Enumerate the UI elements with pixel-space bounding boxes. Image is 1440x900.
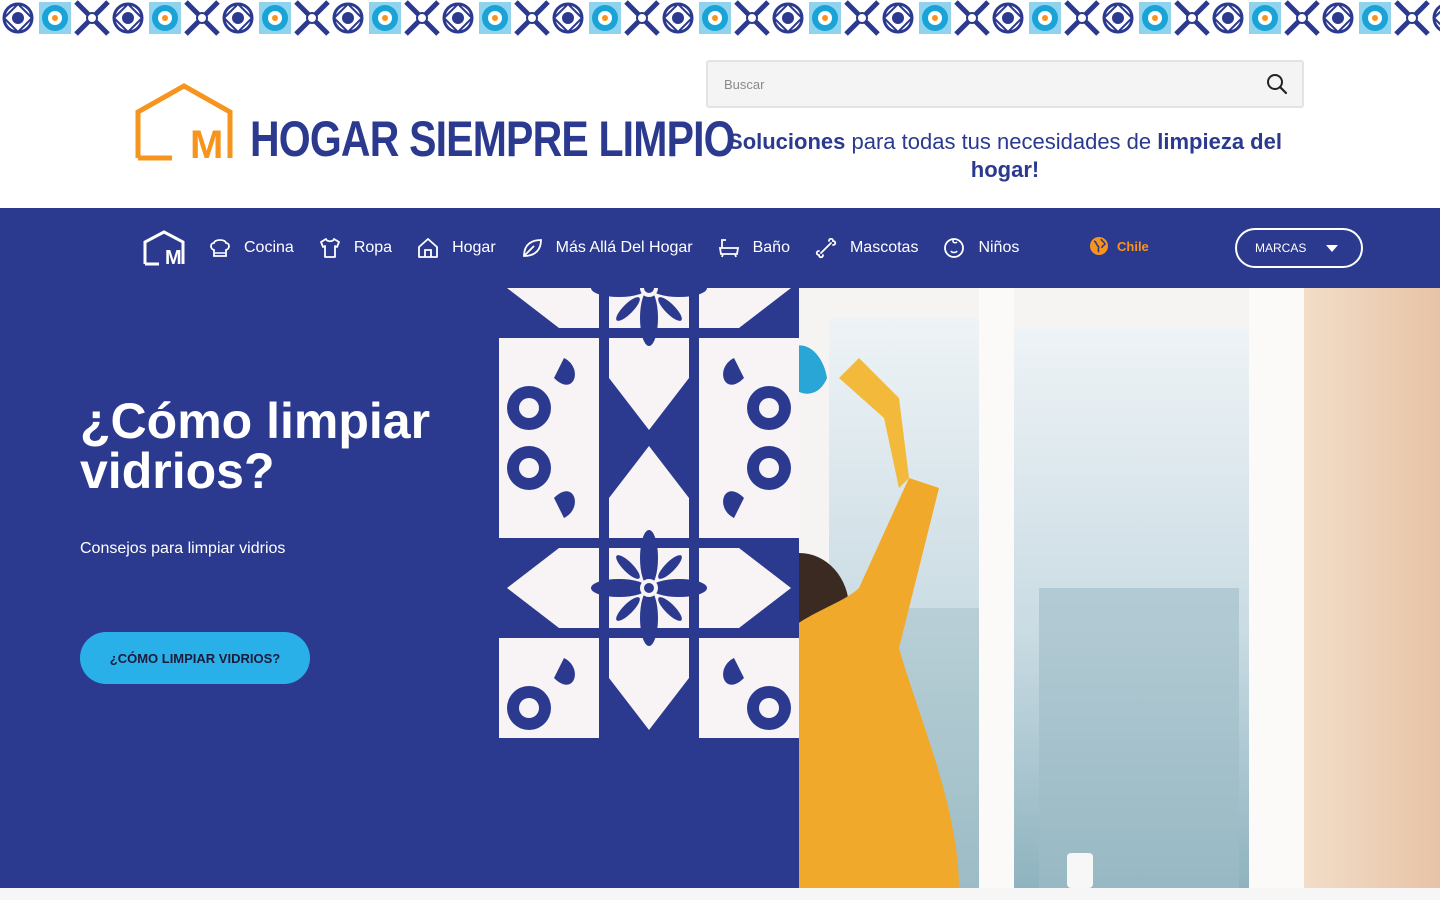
bathtub-icon xyxy=(718,239,739,258)
nav-item-cocina[interactable]: Cocina xyxy=(208,236,294,260)
hero-subtitle: Consejos para limpiar vidrios xyxy=(80,540,286,557)
globe-icon xyxy=(1090,237,1108,255)
nav-item-label: Baño xyxy=(752,239,790,256)
baby-face-icon xyxy=(944,238,965,258)
page-bottom-edge xyxy=(0,888,1440,900)
home-icon[interactable]: M xyxy=(143,230,185,266)
nav-item-ninos[interactable]: Niños xyxy=(942,236,1019,260)
nav-item-label: Hogar xyxy=(452,239,496,256)
chef-hat-icon xyxy=(210,239,230,257)
leaf-icon xyxy=(522,239,542,257)
brands-dropdown[interactable]: MARCAS xyxy=(1235,228,1363,268)
nav-item-hogar[interactable]: Hogar xyxy=(416,236,496,260)
house-icon xyxy=(418,238,438,258)
country-label: Chile xyxy=(1117,238,1149,254)
nav-item-label: Niños xyxy=(978,239,1020,256)
bone-icon xyxy=(815,237,837,259)
search-input[interactable] xyxy=(708,62,1252,106)
nav-item-label: Cocina xyxy=(244,239,294,256)
brands-label: MARCAS xyxy=(1255,241,1307,255)
site-tagline: Soluciones para todas tus necesidades de… xyxy=(728,129,1282,182)
site-header: M HOGAR SIEMPRE LIMPIO Soluciones para t… xyxy=(0,36,1440,208)
logo-text: HOGAR SIEMPRE LIMPIO xyxy=(250,111,736,167)
decorative-tile-border xyxy=(0,0,1440,36)
search-button[interactable] xyxy=(1252,62,1302,106)
caret-down-icon xyxy=(1326,245,1338,252)
search-icon xyxy=(1267,74,1288,95)
nav-item-label: Mascotas xyxy=(849,239,919,256)
nav-item-mascotas[interactable]: Mascotas xyxy=(814,236,918,260)
hero-photo-woman-cleaning-window xyxy=(799,288,1440,888)
nav-item-mas-alla-del-hogar[interactable]: Más Allá Del Hogar xyxy=(520,236,693,260)
svg-text:M: M xyxy=(190,123,223,162)
svg-text:M: M xyxy=(165,247,182,266)
hero-cta-button[interactable]: ¿CÓMO LIMPIAR VIDRIOS? xyxy=(80,632,310,684)
nav-item-label: Más Allá Del Hogar xyxy=(555,239,693,256)
nav-item-bano[interactable]: Baño xyxy=(717,236,790,260)
decorative-tile-pattern xyxy=(499,288,799,738)
country-selector[interactable]: Chile xyxy=(1089,236,1149,256)
nav-item-label: Ropa xyxy=(353,239,393,256)
main-navigation: M Cocina Ropa Hogar Más Allá Del Hogar B… xyxy=(0,208,1440,288)
search-bar xyxy=(706,60,1304,108)
logo-house-icon: M xyxy=(135,83,233,162)
shirt-icon xyxy=(319,238,340,258)
hero-banner: ¿Cómo limpiar vidrios? Consejos para lim… xyxy=(0,288,1440,888)
hero-title: ¿Cómo limpiar vidrios? xyxy=(80,393,431,499)
nav-item-ropa[interactable]: Ropa xyxy=(318,236,392,260)
